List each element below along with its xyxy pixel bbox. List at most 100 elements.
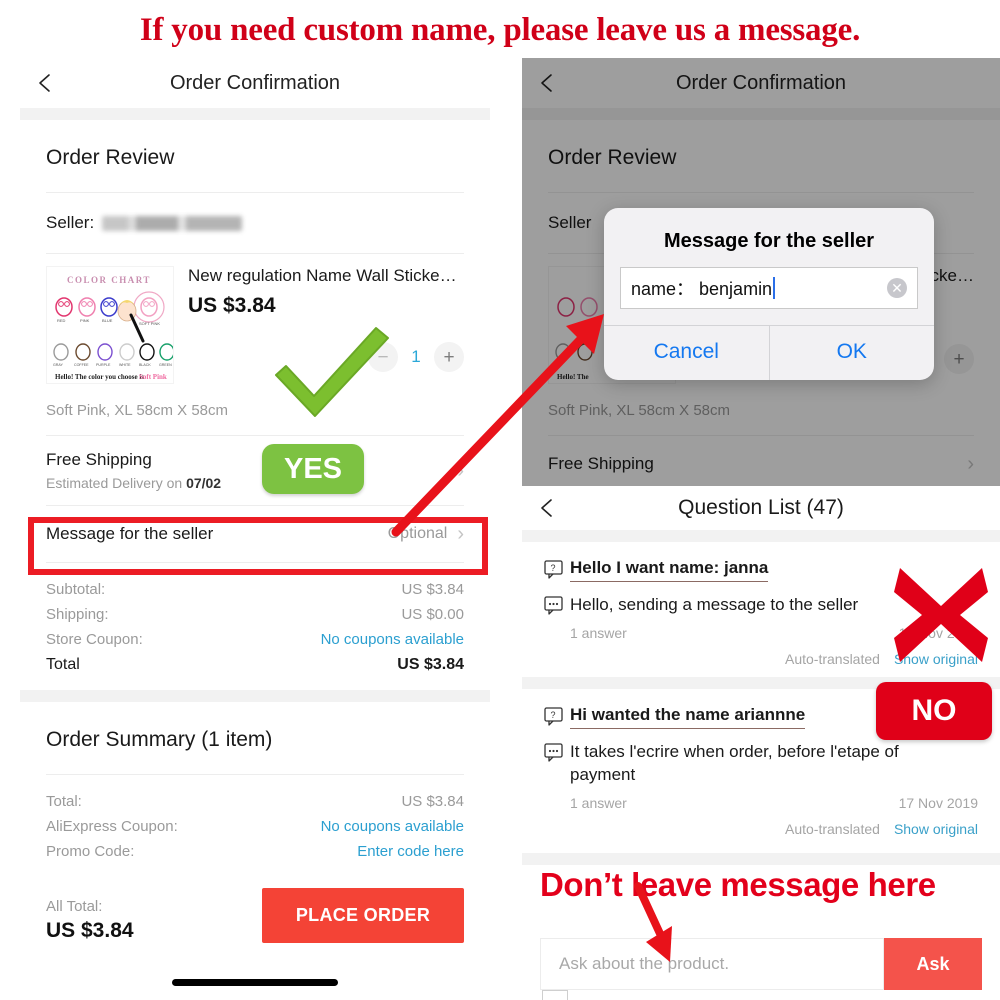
ask-bar: Ask about the product. Ask [522, 938, 1000, 990]
summary-line-promo[interactable]: Promo Code: Enter code here [46, 839, 464, 864]
total-value: US $3.84 [397, 656, 464, 673]
summary-line-key: AliExpress Coupon: [46, 818, 178, 835]
total-key: Total [46, 656, 80, 673]
question-list-navbar: Question List (47) [522, 486, 1000, 530]
question-line: ? Hi wanted the name ariannne [544, 705, 978, 729]
product-name: New regulation Name Wall Sticke… [188, 266, 457, 285]
svg-text:PINK: PINK [80, 318, 90, 323]
quantity-plus-button[interactable]: + [434, 342, 464, 372]
order-summary-card: Order Summary (1 item) Total: US $3.84 A… [20, 702, 490, 943]
shipping-subtitle: Estimated Delivery on 07/02 [46, 475, 221, 491]
place-order-button[interactable]: PLACE ORDER [262, 888, 464, 943]
price-line-coupon[interactable]: Store Coupon: No coupons available [46, 627, 464, 652]
ask-button[interactable]: Ask [884, 938, 982, 990]
product-variant: Soft Pink, XL 58cm X 58cm [46, 402, 229, 419]
message-input-value: name： benjamin [631, 279, 773, 299]
message-for-seller-row[interactable]: Message for the seller Optional › [46, 506, 464, 562]
question-item[interactable]: ? Hi wanted the name ariannne It takes l… [522, 688, 1000, 847]
order-summary-title: Order Summary (1 item) [46, 728, 273, 751]
summary-line-value[interactable]: Enter code here [357, 843, 464, 860]
svg-text:?: ? [551, 710, 556, 720]
right-navbar: Order Confirmation [522, 58, 1000, 108]
back-icon[interactable] [536, 497, 558, 519]
translation-row: Auto-translated Show original [544, 811, 978, 837]
price-line-key: Shipping: [46, 606, 109, 623]
question-bubble-icon: ? [544, 707, 570, 726]
back-icon[interactable] [34, 72, 56, 94]
question-date: 17 Nov 2019 [898, 794, 978, 811]
order-review-title: Order Review [46, 146, 175, 169]
all-total-label: All Total: [46, 898, 103, 915]
shipping-row[interactable]: Free Shipping Estimated Delivery on 07/0… [46, 436, 464, 505]
back-icon[interactable] [536, 72, 558, 94]
clear-icon[interactable]: ✕ [887, 278, 907, 298]
promo-banner: If you need custom name, please leave us… [139, 12, 861, 48]
svg-text:Hello! The: Hello! The [557, 373, 589, 381]
divider [522, 676, 1000, 689]
svg-text:GREEN: GREEN [159, 363, 172, 367]
quantity-minus-button[interactable]: − [368, 342, 398, 372]
summary-line-coupon[interactable]: AliExpress Coupon: No coupons available [46, 814, 464, 839]
divider [522, 108, 1000, 120]
svg-text:GRAY: GRAY [53, 363, 64, 367]
answer-line: Hello, sending a message to the seller [544, 594, 978, 617]
auto-translated-label: Auto-translated [784, 820, 880, 837]
product-price: US $3.84 [188, 294, 276, 317]
summary-line-value[interactable]: No coupons available [321, 818, 464, 835]
answer-line: It takes l'ecrire when order, before l'e… [544, 741, 978, 787]
right-shipping-title: Free Shipping [548, 454, 654, 473]
partial-icon-below [542, 990, 568, 1000]
answer-bubble-icon [544, 596, 570, 615]
summary-line: Total: US $3.84 [46, 789, 464, 814]
total-line: Total US $3.84 [46, 652, 464, 678]
answers-count: 1 answer [570, 794, 627, 811]
auto-translated-label: Auto-translated [784, 650, 880, 667]
svg-text:PURPLE: PURPLE [96, 363, 111, 367]
right-seller-label: Seller [548, 213, 592, 232]
svg-text:Hello! The color you choose is: Hello! The color you choose is [55, 373, 144, 381]
left-navbar-title: Order Confirmation [169, 71, 341, 94]
question-bubble-icon: ? [544, 560, 570, 579]
message-for-seller-dialog: Message for the seller name： benjamin ✕ … [604, 208, 934, 380]
price-line-key: Store Coupon: [46, 631, 143, 648]
home-indicator [172, 979, 338, 986]
show-original-link[interactable]: Show original [894, 651, 978, 667]
svg-text:BLACK: BLACK [139, 363, 151, 367]
cancel-button[interactable]: Cancel [604, 326, 770, 380]
seller-row[interactable]: Seller: [46, 193, 464, 253]
message-row-title: Message for the seller [46, 524, 214, 543]
svg-text:?: ? [551, 563, 556, 573]
price-line-value: US $0.00 [401, 606, 464, 623]
show-original-link[interactable]: Show original [894, 821, 978, 837]
shipping-subtitle-prefix: Estimated Delivery on [46, 475, 187, 491]
shipping-title: Free Shipping [46, 450, 152, 469]
text-caret [773, 277, 776, 299]
product-info: New regulation Name Wall Sticke… US $3.8… [174, 266, 464, 384]
quantity-plus-button[interactable]: + [944, 344, 974, 374]
question-item[interactable]: ? Hello I want name: janna Hello, sendin… [522, 542, 1000, 677]
screenshot-root: If you need custom name, please leave us… [0, 0, 1000, 1000]
ok-button[interactable]: OK [770, 326, 935, 380]
chevron-right-icon: › [457, 459, 464, 482]
summary-line-key: Promo Code: [46, 843, 135, 860]
question-list-title: Question List (47) [678, 496, 844, 519]
shipping-chevron-wrap: › [447, 461, 464, 481]
svg-text:SOFT PINK: SOFT PINK [139, 321, 160, 326]
question-meta: 1 answer 17 Nov 2019 [544, 787, 978, 811]
dialog-title: Message for the seller [663, 230, 875, 252]
divider [522, 530, 1000, 542]
quantity-value: 1 [411, 347, 421, 366]
price-line-value[interactable]: No coupons available [321, 631, 464, 648]
svg-text:BLUE: BLUE [102, 318, 113, 323]
all-total-row: All Total: US $3.84 PLACE ORDER [46, 876, 464, 943]
quantity-stepper[interactable]: − 1 + [188, 342, 464, 372]
right-shipping-row[interactable]: Free Shipping › [548, 436, 974, 492]
message-input[interactable]: name： benjamin ✕ [620, 267, 918, 309]
product-row[interactable]: COLOR CHART RED PINK BLUE SOFT PINK GRAY… [46, 254, 464, 384]
svg-text:WHITE: WHITE [119, 363, 131, 367]
answer-bubble-icon [544, 743, 570, 762]
ask-input[interactable]: Ask about the product. [540, 938, 884, 990]
left-navbar: Order Confirmation [20, 58, 490, 108]
chevron-right-icon: › [967, 453, 974, 475]
summary-line-value: US $3.84 [401, 793, 464, 810]
